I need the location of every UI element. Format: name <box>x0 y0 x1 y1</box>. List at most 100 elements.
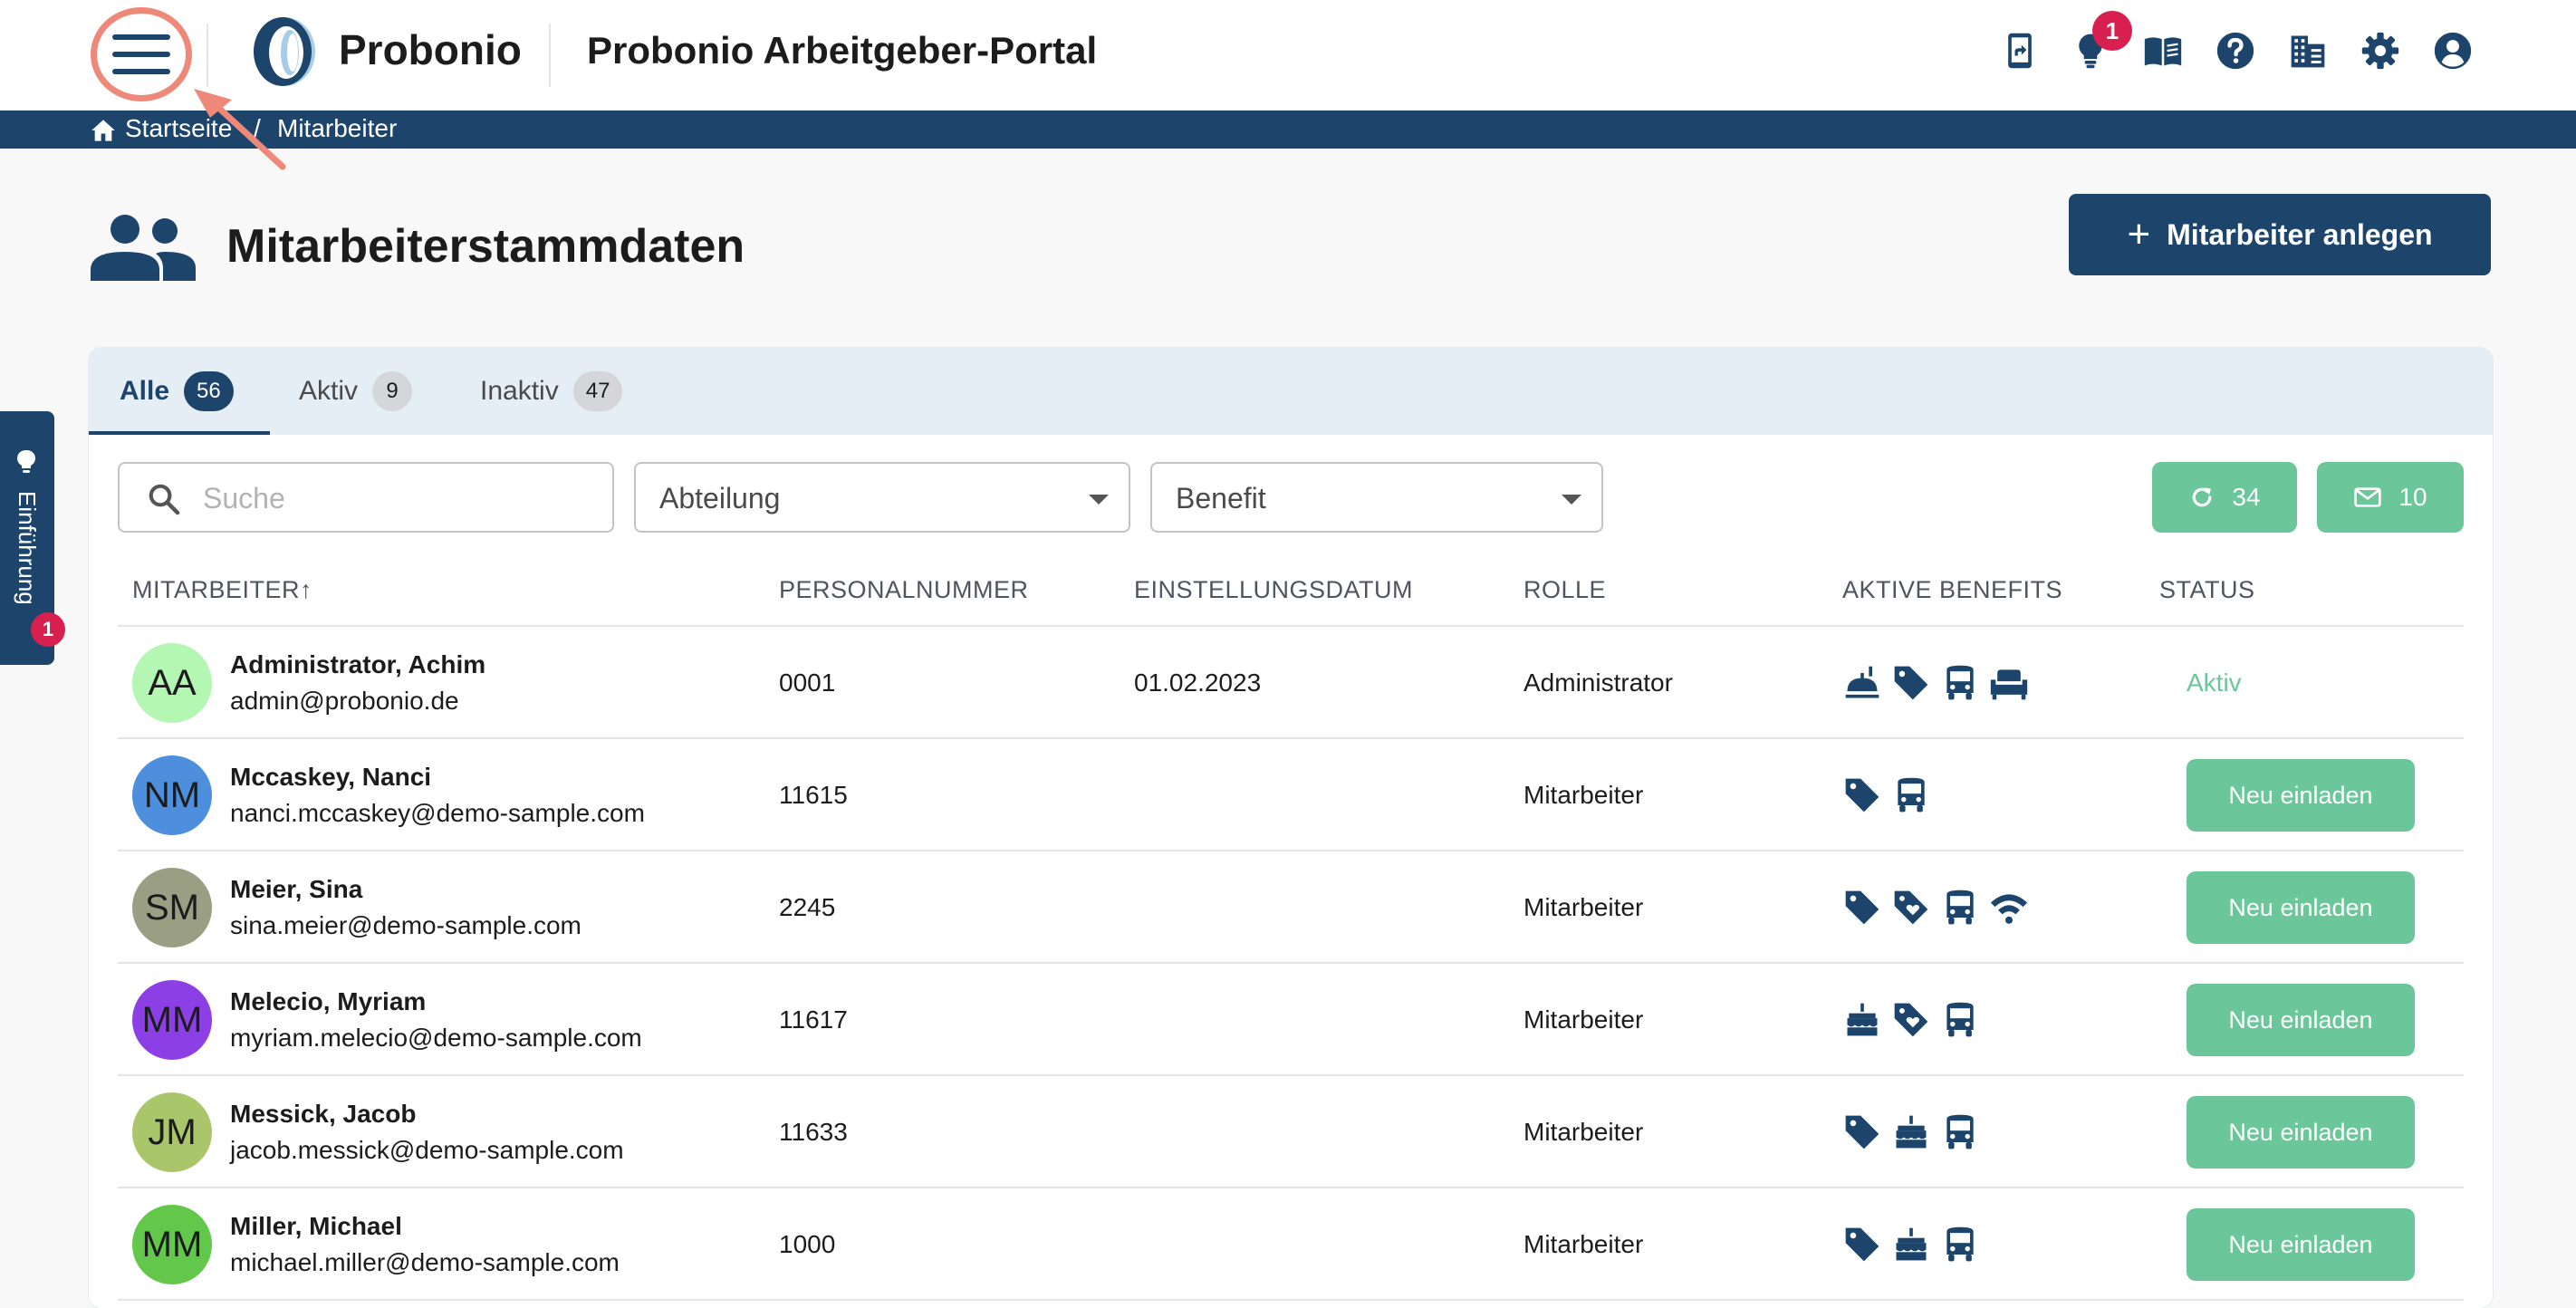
reinvite-button[interactable]: Neu einladen <box>2187 1208 2415 1281</box>
table-row[interactable]: JM Messick, Jacob jacob.messick@demo-sampl… <box>118 1076 2464 1188</box>
breadcrumb-current: Mitarbeiter <box>277 114 398 142</box>
status-label: Aktiv <box>2187 668 2242 697</box>
tag-icon <box>1894 666 1928 700</box>
employee-email: michael.miller@demo-sample.com <box>230 1248 620 1276</box>
role: Mitarbeiter <box>1523 1230 1644 1258</box>
search-icon <box>149 484 180 515</box>
column-header-hire-date[interactable]: EINSTELLUNGSDATUM <box>1134 576 1413 604</box>
phone-share-icon[interactable] <box>2000 31 2040 71</box>
personal-number: 0001 <box>779 668 836 697</box>
mail-button[interactable]: 10 <box>2317 462 2464 533</box>
book-icon[interactable] <box>2143 31 2183 71</box>
breadcrumb-separator: / <box>254 114 261 142</box>
tag-heart-icon <box>1894 890 1928 925</box>
personal-number: 11633 <box>779 1118 848 1146</box>
add-employee-button[interactable]: + Mitarbeiter anlegen <box>2069 194 2491 275</box>
personal-number: 2245 <box>779 893 836 921</box>
role: Mitarbeiter <box>1523 781 1644 809</box>
bus-icon <box>1946 1114 1974 1149</box>
breadcrumb-home-link[interactable]: Startseite <box>125 114 232 143</box>
reinvite-button[interactable]: Neu einladen <box>2187 1096 2415 1169</box>
table-row[interactable]: NM Mccaskey, Nanci nanci.mccaskey@demo-sam… <box>118 739 2464 851</box>
benefit-select[interactable]: Benefit <box>1150 462 1603 533</box>
tag-icon <box>1845 1115 1879 1149</box>
tab-all-label: Alle <box>120 376 170 406</box>
help-icon[interactable] <box>2216 31 2255 71</box>
tab-inactive[interactable]: Inaktiv 47 <box>480 348 623 435</box>
add-employee-label: Mitarbeiter anlegen <box>2167 217 2433 251</box>
personal-number: 1000 <box>779 1230 836 1258</box>
department-select-label: Abteilung <box>659 482 781 515</box>
reinvite-button[interactable]: Neu einladen <box>2187 871 2415 944</box>
employee-name: Mccaskey, Nanci <box>230 763 432 791</box>
divider <box>207 24 208 87</box>
tag-heart-icon <box>1894 1003 1928 1037</box>
wifi-icon <box>1990 894 2028 924</box>
search-input[interactable] <box>201 475 603 522</box>
mail-icon <box>2354 487 2382 507</box>
table-row[interactable]: AA Administrator, Achim admin@probonio.de 0… <box>118 627 2464 739</box>
menu-button[interactable] <box>91 7 192 101</box>
employee-name: Meier, Sina <box>230 875 363 903</box>
avatar: JM <box>132 1092 212 1172</box>
notification-badge: 1 <box>2092 11 2132 51</box>
search-field[interactable] <box>118 462 614 533</box>
table-row[interactable]: MM Miller, Michael michael.miller@demo-sam… <box>118 1188 2464 1301</box>
department-select[interactable]: Abteilung <box>634 462 1130 533</box>
column-header-status[interactable]: STATUS <box>2159 576 2255 604</box>
employees-card: Alle 56 Aktiv 9 Inaktiv 47 Abteilung Ben… <box>89 348 2493 1308</box>
intro-label: Einführung <box>14 491 41 605</box>
employee-name: Messick, Jacob <box>230 1100 417 1128</box>
column-header-role[interactable]: ROLLE <box>1523 576 1606 604</box>
table-row[interactable]: SM Meier, Sina sina.meier@demo-sample.com 2… <box>118 851 2464 964</box>
benefits-list <box>1842 888 2029 928</box>
role: Mitarbeiter <box>1523 1005 1644 1034</box>
building-icon[interactable] <box>2288 31 2328 71</box>
employee-email: admin@probonio.de <box>230 687 459 715</box>
employee-email: nanci.mccaskey@demo-sample.com <box>230 799 645 827</box>
sofa-icon <box>1990 669 2028 700</box>
cake-icon <box>1847 1003 1878 1036</box>
account-icon[interactable] <box>2433 31 2473 71</box>
role: Administrator <box>1523 668 1673 697</box>
column-header-personal-number[interactable]: PERSONALNUMMER <box>779 576 1029 604</box>
tag-icon <box>1845 1227 1879 1262</box>
chevron-down-icon <box>1089 495 1109 505</box>
column-header-benefits: AKTIVE BENEFITS <box>1842 576 2063 603</box>
employee-name: Miller, Michael <box>230 1212 402 1240</box>
gear-icon[interactable] <box>2360 31 2400 71</box>
tab-active[interactable]: Aktiv 9 <box>299 348 413 435</box>
bus-icon <box>1946 1226 1974 1262</box>
tab-active-label: Aktiv <box>299 376 359 406</box>
column-header-employee[interactable]: MITARBEITER↑ <box>132 576 312 604</box>
brand-name: Probonio <box>339 26 522 73</box>
table-row[interactable]: MM Melecio, Myriam myriam.melecio@demo-sam… <box>118 964 2464 1076</box>
mail-count: 10 <box>2398 483 2427 511</box>
avatar: NM <box>132 755 212 835</box>
employee-email: sina.meier@demo-sample.com <box>230 911 582 939</box>
cake-icon <box>1896 1227 1927 1261</box>
breadcrumb: Startseite / Mitarbeiter <box>0 111 2576 149</box>
tab-inactive-label: Inaktiv <box>480 376 559 406</box>
employee-email: myriam.melecio@demo-sample.com <box>230 1024 642 1052</box>
refresh-icon <box>2193 487 2212 507</box>
divider <box>549 24 551 87</box>
reinvite-button[interactable]: Neu einladen <box>2187 759 2415 832</box>
avatar: MM <box>132 1205 212 1284</box>
employee-name: Administrator, Achim <box>230 650 486 678</box>
bus-icon <box>1946 665 1974 700</box>
bus-icon <box>1946 890 1974 925</box>
tab-all[interactable]: Alle 56 <box>120 348 234 435</box>
home-icon[interactable] <box>91 119 116 142</box>
personal-number: 11615 <box>779 781 848 809</box>
hire-date: 01.02.2023 <box>1134 668 1262 697</box>
top-bar: Probonio Probonio Arbeitgeber-Portal 1 <box>0 0 2576 111</box>
probonio-logo <box>254 17 315 86</box>
role: Mitarbeiter <box>1523 1118 1644 1146</box>
reinvite-button[interactable]: Neu einladen <box>2187 984 2415 1056</box>
refresh-button[interactable]: 34 <box>2152 462 2297 533</box>
benefits-list <box>1842 1000 1980 1040</box>
personal-number: 11617 <box>779 1005 848 1034</box>
tab-inactive-count: 47 <box>572 371 623 411</box>
benefits-list <box>1842 775 1931 815</box>
